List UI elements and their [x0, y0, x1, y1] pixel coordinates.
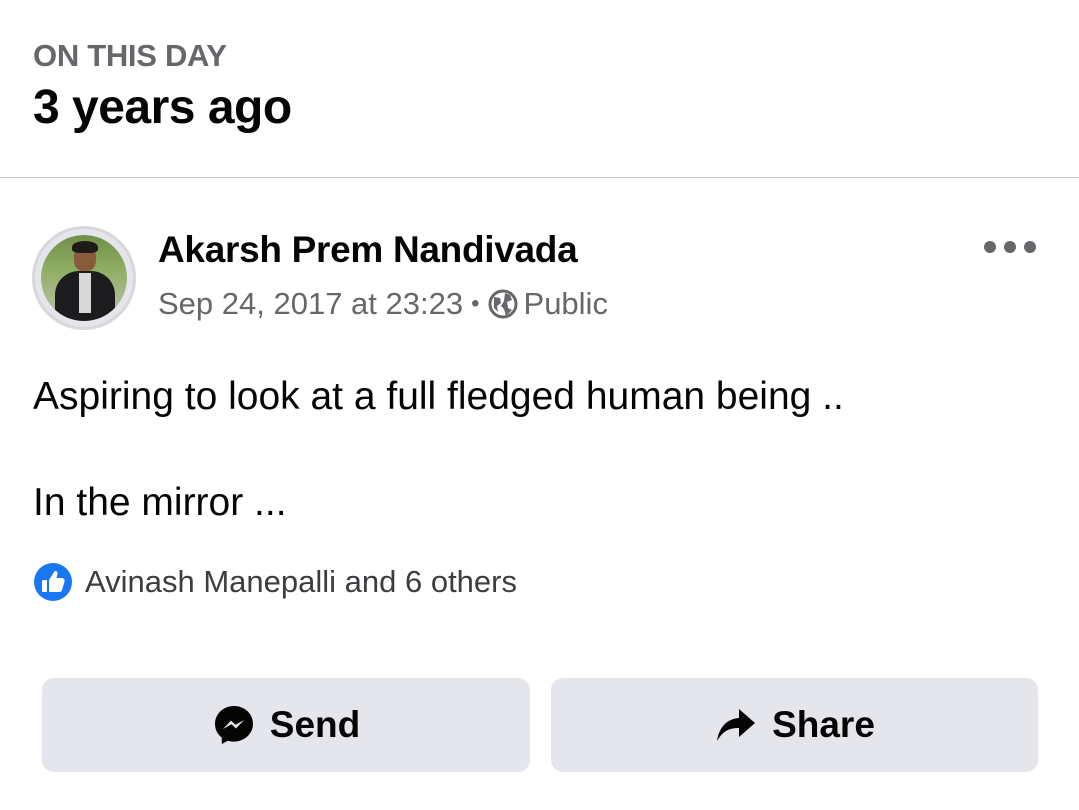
reactions-summary[interactable]: Avinash Manepalli and 6 others: [33, 562, 517, 602]
post-meta: Sep 24, 2017 at 23:23 • Public: [158, 286, 608, 322]
page-title: 3 years ago: [33, 81, 292, 134]
post-text-line: Aspiring to look at a full fledged human…: [33, 375, 844, 418]
section-kicker: ON THIS DAY: [33, 38, 227, 73]
more-dot: [1024, 241, 1036, 253]
send-button[interactable]: Send: [42, 678, 530, 772]
more-dot: [1004, 241, 1016, 253]
post-body: Aspiring to look at a full fledged human…: [33, 370, 844, 529]
author-name[interactable]: Akarsh Prem Nandivada: [158, 229, 578, 271]
audience-label: Public: [523, 286, 608, 321]
meta-separator: •: [471, 290, 480, 317]
post-text-line: In the mirror ...: [33, 481, 287, 524]
share-arrow-icon: [717, 709, 756, 741]
send-label: Send: [269, 704, 361, 745]
profile-photo: [41, 235, 127, 321]
avatar[interactable]: [32, 226, 136, 330]
more-options-button[interactable]: [984, 232, 1036, 262]
more-dot: [984, 241, 996, 253]
share-label: Share: [772, 704, 875, 745]
globe-icon: [488, 289, 518, 319]
messenger-icon: [214, 706, 253, 744]
reactions-text: Avinash Manepalli and 6 others: [85, 564, 517, 599]
on-this-day-header: ON THIS DAY 3 years ago: [0, 0, 1079, 178]
like-icon: [34, 563, 72, 601]
post-timestamp[interactable]: Sep 24, 2017 at 23:23: [158, 286, 463, 322]
share-button[interactable]: Share: [551, 678, 1038, 772]
